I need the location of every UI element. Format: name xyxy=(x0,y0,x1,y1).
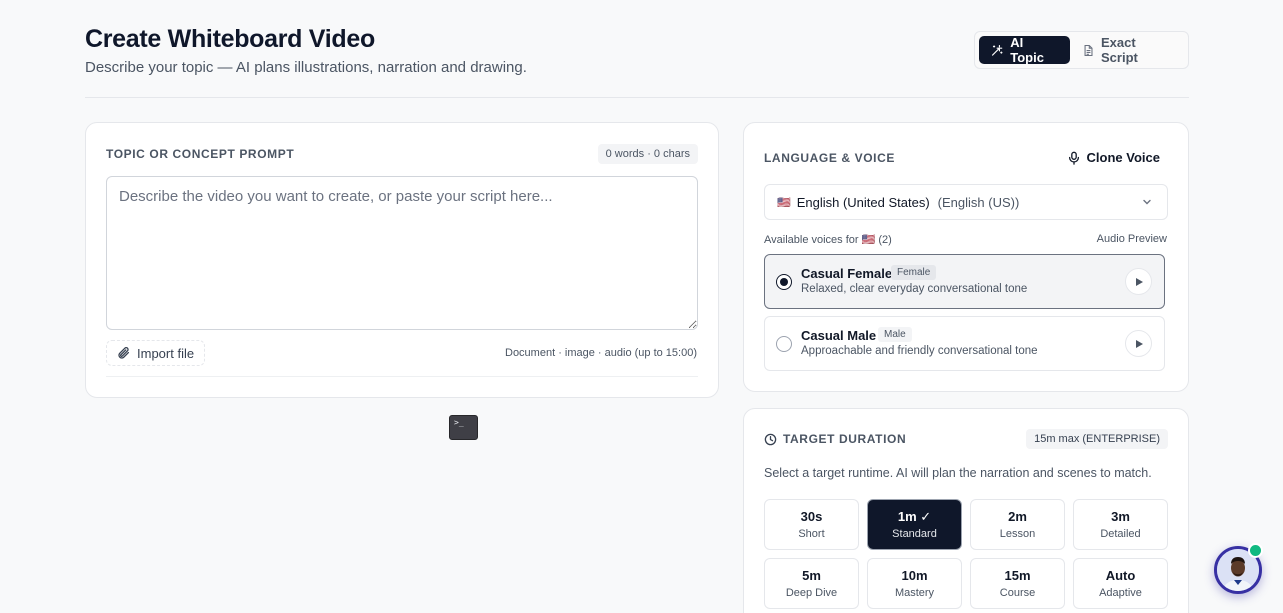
duration-sub: Short xyxy=(798,528,825,540)
page-subtitle: Describe your topic — AI plans illustrat… xyxy=(85,59,527,76)
duration-section-label: TARGET DURATION xyxy=(783,432,907,446)
language-voice-card: LANGUAGE & VOICE Clone Voice 🇺🇸 English … xyxy=(743,122,1189,392)
available-voices-label: Available voices for 🇺🇸 (2) xyxy=(764,234,892,246)
duration-value: 3m xyxy=(1111,509,1130,524)
duration-sub: Detailed xyxy=(1100,528,1141,540)
voice-option-casual-female[interactable]: Casual Female Female Relaxed, clear ever… xyxy=(764,254,1165,309)
chevron-down-icon xyxy=(1143,199,1151,205)
duration-option-15m[interactable]: 15m Course xyxy=(970,558,1065,609)
voice-gender-badge: Female xyxy=(891,265,937,280)
voice-radio[interactable] xyxy=(776,274,792,290)
duration-option-10m[interactable]: 10m Mastery xyxy=(867,558,962,609)
paperclip-icon xyxy=(118,347,130,359)
duration-value: 30s xyxy=(800,509,823,524)
duration-sub: Course xyxy=(999,587,1036,599)
duration-description: Select a target runtime. AI will plan th… xyxy=(764,466,1152,480)
duration-sub: Adaptive xyxy=(1099,587,1142,599)
page-title: Create Whiteboard Video xyxy=(85,25,375,53)
duration-option-auto[interactable]: Auto Adaptive xyxy=(1073,558,1168,609)
clone-voice-button[interactable]: Clone Voice xyxy=(1067,150,1160,165)
voice-radio[interactable] xyxy=(776,336,792,352)
duration-value: 2m xyxy=(1008,509,1027,524)
mode-toggle: AI Topic Exact Script xyxy=(974,31,1189,69)
play-icon xyxy=(1135,339,1143,348)
duration-option-1m[interactable]: 1m ✓ Standard xyxy=(867,499,962,550)
exact-script-label: Exact Script xyxy=(1101,35,1138,65)
duration-sub: Deep Dive xyxy=(785,587,838,599)
play-icon xyxy=(1135,277,1143,286)
voice-gender-badge: Male xyxy=(878,327,912,342)
voice-description: Approachable and friendly conversational… xyxy=(801,345,1038,357)
play-preview-button[interactable] xyxy=(1125,330,1152,357)
divider xyxy=(106,376,698,377)
duration-sub: Lesson xyxy=(999,528,1036,540)
exact-script-button[interactable]: Exact Script xyxy=(1070,35,1184,65)
clock-icon xyxy=(764,433,777,445)
import-file-button[interactable]: Import file xyxy=(106,340,206,366)
duration-value: 10m xyxy=(901,568,928,583)
duration-value: 1m ✓ xyxy=(897,509,932,524)
target-duration-card: TARGET DURATION 15m max (ENTERPRISE) Sel… xyxy=(743,408,1189,613)
clone-voice-label: Clone Voice xyxy=(1086,150,1160,165)
ai-topic-button[interactable]: AI Topic xyxy=(979,35,1070,65)
prompt-section-label: TOPIC OR CONCEPT PROMPT xyxy=(106,147,295,161)
prompt-textarea[interactable] xyxy=(106,176,698,330)
voice-name: Casual Female xyxy=(801,266,893,281)
language-name: English (United States) xyxy=(796,194,930,210)
terminal-icon[interactable]: >_ xyxy=(449,415,478,440)
duration-header: TARGET DURATION xyxy=(764,432,906,446)
duration-value: 5m xyxy=(802,568,821,583)
document-icon xyxy=(1084,44,1093,56)
max-duration-badge: 15m max (ENTERPRISE) xyxy=(1026,429,1168,449)
duration-option-30s[interactable]: 30s Short xyxy=(764,499,859,550)
duration-option-3m[interactable]: 3m Detailed xyxy=(1073,499,1168,550)
magic-wand-icon xyxy=(991,44,1003,56)
duration-option-5m[interactable]: 5m Deep Dive xyxy=(764,558,859,609)
voice-section-label: LANGUAGE & VOICE xyxy=(764,151,895,165)
file-type-hint: Document · image · audio (up to 15:00) xyxy=(505,347,697,359)
language-native-name: (English (US)) xyxy=(937,194,1020,210)
ai-topic-label: AI Topic xyxy=(1010,35,1044,65)
word-count-badge: 0 words · 0 chars xyxy=(597,144,698,164)
voice-option-casual-male[interactable]: Casual Male Male Approachable and friend… xyxy=(764,316,1165,371)
us-flag-icon: 🇺🇸 xyxy=(777,196,791,209)
duration-sub: Mastery xyxy=(894,587,935,599)
play-preview-button[interactable] xyxy=(1125,268,1152,295)
audio-preview-label: Audio Preview xyxy=(1096,233,1167,245)
duration-option-2m[interactable]: 2m Lesson xyxy=(970,499,1065,550)
voice-description: Relaxed, clear everyday conversational t… xyxy=(801,283,1028,295)
voice-name: Casual Male xyxy=(801,328,877,343)
page-header: Create Whiteboard Video Describe your to… xyxy=(85,24,1189,98)
import-file-label: Import file xyxy=(137,345,195,361)
online-status-indicator xyxy=(1248,543,1263,558)
language-select[interactable]: 🇺🇸 English (United States) (English (US)… xyxy=(764,184,1168,220)
duration-value: 15m xyxy=(1004,568,1031,583)
duration-sub: Standard xyxy=(892,528,937,540)
duration-value: Auto xyxy=(1105,568,1136,583)
prompt-card: TOPIC OR CONCEPT PROMPT 0 words · 0 char… xyxy=(85,122,719,398)
microphone-icon xyxy=(1068,151,1079,165)
